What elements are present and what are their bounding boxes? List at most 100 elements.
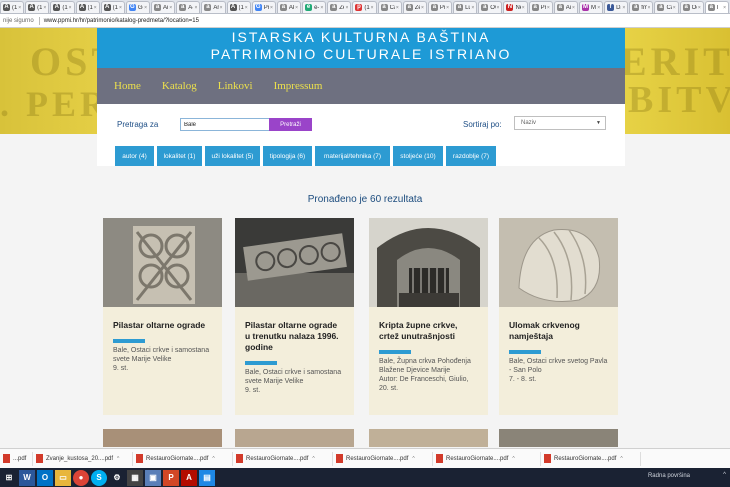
download-item[interactable]: RestauroGiornate....pdf ^ bbox=[433, 451, 541, 466]
card-image[interactable] bbox=[235, 218, 354, 307]
chevron-up-icon[interactable]: ^ bbox=[723, 472, 726, 478]
browser-tab[interactable]: A(1)× bbox=[226, 1, 251, 13]
close-icon[interactable]: × bbox=[319, 5, 323, 11]
start-icon[interactable]: ⊞ bbox=[1, 470, 17, 486]
download-item[interactable]: ...pdf bbox=[0, 451, 33, 466]
card-title[interactable]: Ulomak crkvenog namještaja bbox=[499, 307, 618, 342]
card-title[interactable]: Pilastar oltarne ograde bbox=[103, 307, 222, 331]
close-icon[interactable]: × bbox=[697, 5, 701, 11]
calculator-icon[interactable]: ▦ bbox=[127, 469, 143, 486]
browser-tab[interactable]: fDa× bbox=[604, 1, 629, 13]
browser-tab[interactable]: A(1)× bbox=[50, 1, 75, 13]
browser-tab[interactable]: aPre× bbox=[528, 1, 553, 13]
close-icon[interactable]: × bbox=[596, 5, 600, 11]
close-icon[interactable]: × bbox=[571, 5, 575, 11]
close-icon[interactable]: × bbox=[17, 5, 21, 11]
close-icon[interactable]: × bbox=[621, 5, 625, 11]
nav-katalog[interactable]: Katalog bbox=[162, 80, 197, 92]
photos-icon[interactable]: ▣ bbox=[145, 469, 161, 486]
browser-tab[interactable]: a I × bbox=[704, 1, 729, 13]
result-card-partial[interactable] bbox=[235, 429, 354, 447]
close-icon[interactable]: × bbox=[344, 5, 348, 11]
result-card[interactable]: Kripta župne crkve, crtež unutrašnjosti … bbox=[369, 218, 488, 415]
browser-tab[interactable]: aAn× bbox=[201, 1, 226, 13]
chrome-icon[interactable]: ● bbox=[73, 469, 89, 486]
result-card-partial[interactable] bbox=[103, 429, 222, 447]
result-card-partial[interactable] bbox=[499, 429, 618, 447]
close-icon[interactable]: × bbox=[647, 5, 651, 11]
acrobat-icon[interactable]: A bbox=[181, 469, 197, 486]
nav-impressum[interactable]: Impressum bbox=[274, 80, 323, 92]
card-image[interactable] bbox=[369, 218, 488, 307]
card-title[interactable]: Pilastar oltarne ograde u trenutku nalaz… bbox=[235, 307, 354, 353]
download-item[interactable]: RestauroGiornate....pdf ^ bbox=[333, 451, 433, 466]
filter-razdoblje[interactable]: razdoblje (7) bbox=[446, 146, 496, 166]
result-card[interactable]: Ulomak crkvenog namještaja Bale, Ostaci … bbox=[499, 218, 618, 415]
browser-tab[interactable]: ee-L× bbox=[302, 1, 327, 13]
result-card-partial[interactable] bbox=[369, 429, 488, 447]
close-icon[interactable]: × bbox=[672, 5, 676, 11]
browser-tab[interactable]: aZel× bbox=[402, 1, 427, 13]
filter-materijal[interactable]: materijal/tehnika (7) bbox=[315, 146, 390, 166]
outlook-icon[interactable]: O bbox=[37, 469, 53, 486]
browser-tab[interactable]: aCa× bbox=[377, 1, 402, 13]
close-icon[interactable]: × bbox=[470, 5, 474, 11]
sort-select[interactable]: Naziv ▼ bbox=[514, 116, 606, 130]
filter-uzi-lokalitet[interactable]: uži lokalitet (5) bbox=[205, 146, 260, 166]
close-icon[interactable]: × bbox=[445, 5, 449, 11]
url-text[interactable]: www.ppmi.hr/hr/patrimonio/katalog-predme… bbox=[44, 18, 199, 24]
browser-tab[interactable]: A(1)× bbox=[100, 1, 125, 13]
browser-tab[interactable]: p(1)× bbox=[352, 1, 377, 13]
search-button[interactable]: Pretraži bbox=[269, 118, 312, 131]
close-icon[interactable]: × bbox=[496, 5, 500, 11]
file-explorer-icon[interactable]: ▭ bbox=[55, 469, 71, 486]
browser-tab[interactable]: afm× bbox=[629, 1, 654, 13]
powerpoint-icon[interactable]: P bbox=[163, 469, 179, 486]
download-item[interactable]: RestauroGiornate....pdf ^ bbox=[541, 451, 641, 466]
card-title[interactable]: Kripta župne crkve, crtež unutrašnjosti bbox=[369, 307, 488, 342]
browser-tab[interactable]: aA-L× bbox=[176, 1, 201, 13]
browser-tab[interactable]: A(1)× bbox=[75, 1, 100, 13]
close-icon[interactable]: × bbox=[244, 5, 248, 11]
download-item[interactable]: RestauroGiornate....pdf ^ bbox=[133, 451, 233, 466]
browser-tab[interactable]: NNe× bbox=[503, 1, 528, 13]
browser-tab[interactable]: aAu× bbox=[553, 1, 578, 13]
skype-icon[interactable]: S bbox=[91, 469, 107, 486]
filter-lokalitet[interactable]: lokalitet (1) bbox=[157, 146, 202, 166]
close-icon[interactable]: × bbox=[93, 5, 97, 11]
browser-tab[interactable]: aPre× bbox=[427, 1, 453, 13]
address-bar[interactable]: nije sigurno www.ppmi.hr/hr/patrimonio/k… bbox=[0, 14, 730, 28]
settings-icon[interactable]: ⚙ bbox=[109, 470, 125, 486]
browser-tab[interactable]: A(1)× bbox=[25, 1, 50, 13]
close-icon[interactable]: × bbox=[370, 5, 374, 11]
search-input[interactable] bbox=[180, 118, 270, 131]
card-image[interactable] bbox=[499, 218, 618, 307]
result-card[interactable]: Pilastar oltarne ograde u trenutku nalaz… bbox=[235, 218, 354, 415]
filter-tipologija[interactable]: tipologija (6) bbox=[263, 146, 312, 166]
browser-tab[interactable]: aZe× bbox=[327, 1, 352, 13]
result-card[interactable]: Pilastar oltarne ograde Bale, Ostaci crk… bbox=[103, 218, 222, 415]
browser-tab[interactable]: GGo× bbox=[125, 1, 151, 13]
close-icon[interactable]: × bbox=[521, 5, 525, 11]
browser-tab[interactable]: aOc× bbox=[679, 1, 704, 13]
browser-tab[interactable]: aLu× bbox=[453, 1, 478, 13]
store-icon[interactable]: ▤ bbox=[199, 469, 215, 486]
nav-home[interactable]: Home bbox=[114, 80, 141, 92]
close-icon[interactable]: × bbox=[395, 5, 399, 11]
filter-stoljece[interactable]: stoljeće (10) bbox=[393, 146, 443, 166]
close-icon[interactable]: × bbox=[219, 5, 223, 11]
filter-autor[interactable]: autor (4) bbox=[115, 146, 154, 166]
close-icon[interactable]: × bbox=[143, 5, 147, 11]
close-icon[interactable]: × bbox=[722, 5, 726, 11]
download-item[interactable]: RestauroGiornate....pdf ^ bbox=[233, 451, 333, 466]
close-icon[interactable]: × bbox=[294, 5, 298, 11]
word-icon[interactable]: W bbox=[19, 469, 35, 486]
card-image[interactable] bbox=[103, 218, 222, 307]
close-icon[interactable]: × bbox=[118, 5, 122, 11]
browser-tab[interactable]: GPre× bbox=[251, 1, 276, 13]
close-icon[interactable]: × bbox=[420, 5, 424, 11]
browser-tab[interactable]: A(1)× bbox=[0, 1, 25, 13]
close-icon[interactable]: × bbox=[269, 5, 273, 11]
close-icon[interactable]: × bbox=[68, 5, 72, 11]
download-item[interactable]: Zvanje_kustosa_20....pdf ^ bbox=[33, 451, 133, 466]
